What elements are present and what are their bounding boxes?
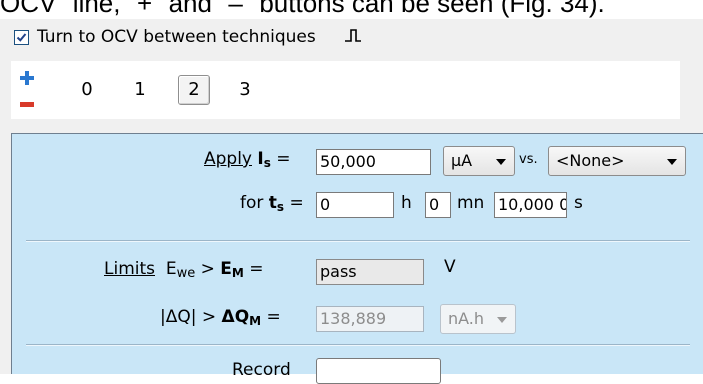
ocv-checkbox[interactable]	[14, 29, 29, 45]
parameters-panel: Apply Is = 50,000 µA vs. <None> for ts =…	[11, 133, 703, 384]
technique-tab-0[interactable]: 0	[71, 75, 103, 105]
minutes-unit: mn	[457, 193, 485, 213]
charge-unit-select[interactable]: nA.h	[440, 304, 516, 334]
divider	[26, 240, 690, 242]
limits-row-label: Limits Ewe > EM =	[104, 259, 264, 281]
ocv-option-row: Turn to OCV between techniques	[14, 25, 362, 49]
charge-limit-input[interactable]: 138,889	[316, 306, 424, 332]
ocv-label: Turn to OCV between techniques	[37, 27, 316, 47]
document-caption: OCV" line, "+" and "–" buttons can be se…	[0, 0, 605, 18]
ewe-limit-field[interactable]: pass	[316, 259, 424, 285]
checkmark-icon	[16, 32, 27, 42]
technique-tab-2[interactable]: 2	[178, 75, 210, 105]
chevron-down-icon	[667, 159, 677, 165]
current-input[interactable]: 50,000	[316, 149, 431, 175]
chevron-down-icon	[496, 159, 506, 165]
seconds-unit: s	[574, 193, 583, 213]
technique-tabs: 0 1 2 3	[11, 61, 680, 119]
vs-label: vs.	[519, 152, 538, 167]
reference-select[interactable]: <None>	[548, 146, 686, 176]
hours-unit: h	[401, 193, 412, 213]
charge-limit-label: |ΔQ| > ΔQM =	[160, 307, 281, 328]
hours-input[interactable]: 0	[316, 192, 394, 218]
limits-link[interactable]: Limits	[104, 259, 155, 279]
technique-tab-3[interactable]: 3	[229, 75, 261, 105]
record-input[interactable]	[316, 358, 441, 384]
current-unit-select[interactable]: µA	[443, 146, 515, 176]
minutes-input[interactable]: 0	[425, 192, 451, 218]
chevron-down-icon	[497, 317, 507, 323]
divider	[26, 344, 690, 346]
seconds-input[interactable]: 10,000 0	[494, 192, 567, 218]
plus-icon[interactable]	[20, 70, 34, 89]
duration-row-label: for ts =	[240, 193, 304, 214]
record-label: Record	[232, 360, 291, 380]
apply-link[interactable]: Apply	[204, 149, 252, 169]
technique-tab-1[interactable]: 1	[124, 75, 156, 105]
minus-icon[interactable]	[20, 93, 34, 112]
ewe-limit-unit: V	[444, 257, 456, 277]
apply-row-label: Apply Is =	[204, 149, 291, 170]
ocv-step-icon	[344, 27, 362, 48]
